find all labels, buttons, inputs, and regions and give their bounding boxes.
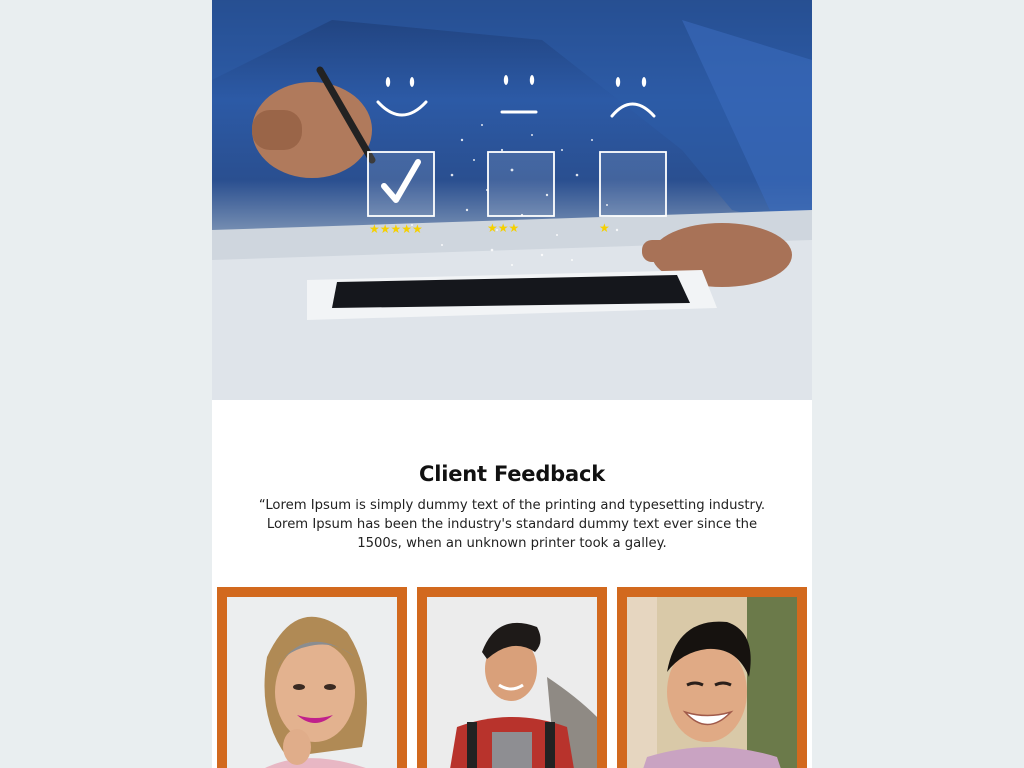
- rating-illustration: ★★★★★ ★★★ ★: [212, 0, 812, 400]
- hero-image: ★★★★★ ★★★ ★: [212, 0, 812, 400]
- section-title: Client Feedback: [419, 462, 605, 486]
- client-card: [217, 587, 407, 768]
- client-photo-woman: [227, 597, 397, 768]
- svg-text:★★★★★: ★★★★★: [369, 222, 423, 236]
- client-card: [617, 587, 807, 768]
- svg-text:★: ★: [599, 221, 610, 235]
- client-photo-man-smiling: [627, 597, 797, 768]
- client-card: [417, 587, 607, 768]
- feedback-text: “Lorem Ipsum is simply dummy text of the…: [258, 498, 766, 551]
- email-template: ★★★★★ ★★★ ★ Client Feedback “Lorem Ipsum…: [212, 0, 812, 768]
- client-photo-man-backpack: [427, 597, 597, 768]
- svg-text:★★★: ★★★: [487, 221, 519, 235]
